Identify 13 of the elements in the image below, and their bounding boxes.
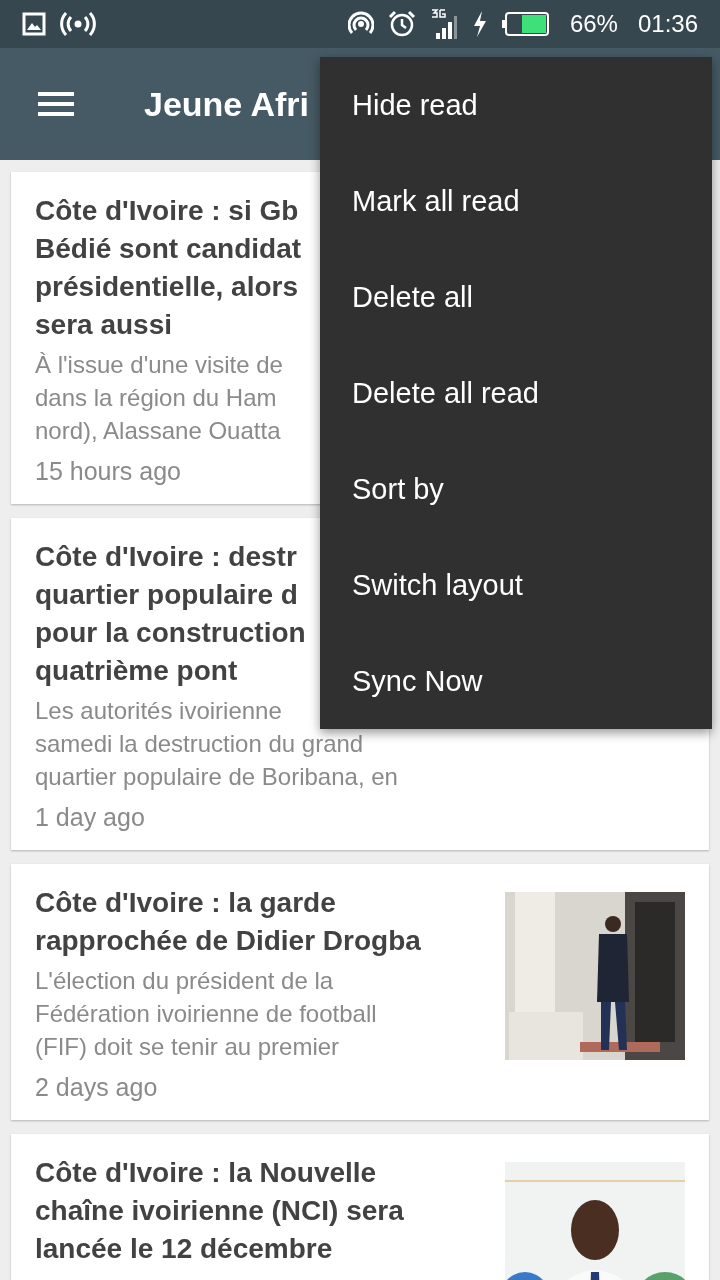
battery-percentage: 66% — [569, 10, 618, 38]
article-excerpt: L'élection du président de la Fédération ivoirienne de football (FIF) doit se tenir au premier — [35, 966, 377, 1062]
article-time: 1 day ago — [35, 803, 145, 832]
app-title: Jeune Afri — [144, 84, 309, 124]
article-title: Côte d'Ivoire : la Nouvelle chaîne ivoirienne (NCI) sera lancée le 12 décembre — [35, 1156, 404, 1266]
article-title: Côte d'Ivoire : destr quartier populaire d pour la construction quatrième pont — [35, 540, 306, 688]
article-title: Côte d'Ivoire : si Gb Bédié sont candidat présidentielle, alors sera aussi — [35, 194, 302, 342]
article-time: 15 hours ago — [35, 457, 181, 486]
article-excerpt: Les autorités ivoirienne samedi la destruction du grand quartier populaire de Boribana, en — [35, 697, 398, 792]
article-time: 2 days ago — [35, 1073, 158, 1102]
article-excerpt: À l'issue d'une visite de dans la région du Ham nord), Alassane Ouatta — [35, 350, 283, 446]
clock: 01:36 — [637, 10, 698, 38]
article-title: Côte d'Ivoire : la garde rapprochée de Didier Drogba — [35, 886, 421, 958]
